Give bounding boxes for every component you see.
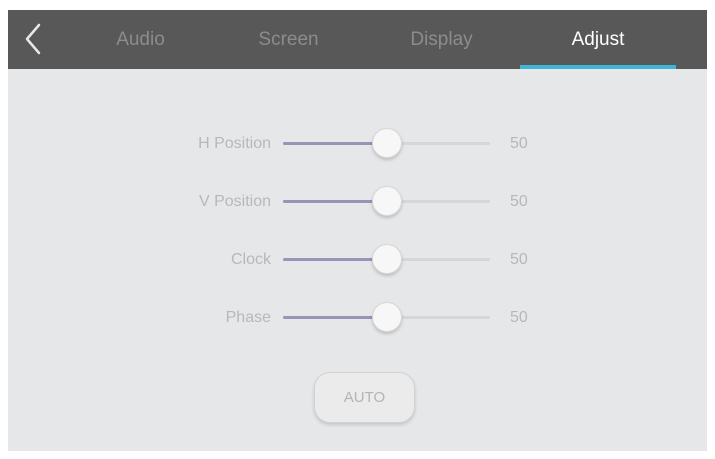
setting-label: V Position xyxy=(198,193,271,210)
h-position-slider[interactable] xyxy=(283,124,490,164)
setting-row-h-position: H Position 50 xyxy=(8,124,707,164)
setting-value: 50 xyxy=(510,135,528,152)
setting-row-v-position: V Position 50 xyxy=(8,182,707,222)
tab-audio[interactable]: Audio xyxy=(93,10,188,69)
slider-thumb[interactable] xyxy=(371,244,402,274)
slider-fill xyxy=(283,200,387,203)
setting-label: Phase xyxy=(225,309,271,326)
tab-audio-label: Audio xyxy=(116,29,165,50)
setting-label: Clock xyxy=(230,251,271,268)
tab-display[interactable]: Display xyxy=(394,10,489,69)
tab-display-label: Display xyxy=(410,29,473,50)
setting-row-phase: Phase 50 xyxy=(8,298,707,338)
v-position-slider[interactable] xyxy=(283,182,490,222)
chevron-left-icon xyxy=(25,23,41,55)
auto-button[interactable]: AUTO xyxy=(314,372,415,423)
phase-slider[interactable] xyxy=(283,298,490,338)
active-tab-indicator xyxy=(520,65,676,69)
top-tab-bar: Audio Screen Display Adjust xyxy=(8,10,707,69)
slider-thumb[interactable] xyxy=(371,302,402,332)
setting-label: H Position xyxy=(198,135,271,152)
setting-row-clock: Clock 50 xyxy=(8,240,707,280)
setting-value: 50 xyxy=(510,193,528,210)
tab-screen[interactable]: Screen xyxy=(241,10,336,69)
slider-fill xyxy=(283,142,387,145)
tab-adjust[interactable]: Adjust xyxy=(520,10,676,69)
clock-slider[interactable] xyxy=(283,240,490,280)
slider-fill xyxy=(283,316,387,319)
slider-thumb[interactable] xyxy=(371,186,402,216)
back-button[interactable] xyxy=(22,22,46,56)
tab-screen-label: Screen xyxy=(258,29,319,50)
slider-thumb[interactable] xyxy=(371,128,402,158)
tab-adjust-label: Adjust xyxy=(571,29,625,50)
setting-value: 50 xyxy=(510,251,528,268)
setting-value: 50 xyxy=(510,309,528,326)
slider-fill xyxy=(283,258,387,261)
settings-panel: Audio Screen Display Adjust H Position 5… xyxy=(8,10,707,451)
